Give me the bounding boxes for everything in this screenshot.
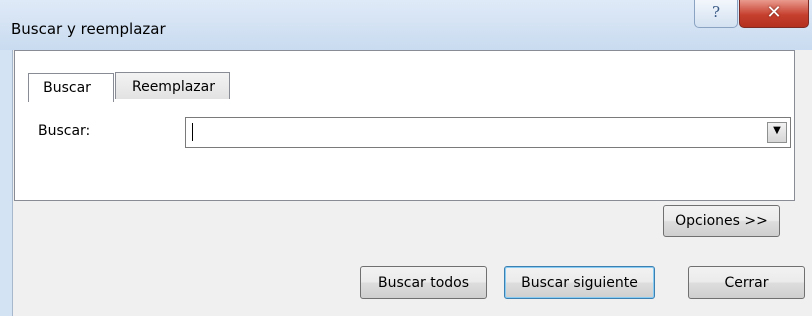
find-input[interactable]: [190, 121, 752, 143]
window-title: Buscar y reemplazar: [11, 20, 166, 38]
chevron-down-icon: ▼: [773, 125, 781, 136]
find-next-button[interactable]: Buscar siguiente: [504, 266, 655, 299]
tab-reemplazar[interactable]: Reemplazar: [115, 72, 230, 99]
tab-buscar-label: Buscar: [43, 80, 91, 96]
close-icon: ✕: [766, 2, 782, 23]
tab-join: [29, 100, 113, 103]
help-icon: ?: [711, 3, 721, 21]
find-dropdown-button[interactable]: ▼: [767, 122, 787, 143]
find-label: Buscar:: [38, 123, 91, 139]
options-button[interactable]: Opciones >>: [663, 205, 780, 237]
text-caret: [192, 123, 193, 141]
close-button[interactable]: Cerrar: [688, 266, 805, 299]
title-bar: Buscar y reemplazar: [0, 0, 812, 50]
help-button[interactable]: ?: [694, 0, 738, 28]
window-close-button[interactable]: ✕: [739, 0, 809, 28]
tab-buscar[interactable]: Buscar: [28, 73, 114, 102]
find-all-button[interactable]: Buscar todos: [360, 266, 487, 299]
tab-reemplazar-label: Reemplazar: [131, 79, 215, 95]
find-combobox[interactable]: ▼: [185, 117, 791, 148]
